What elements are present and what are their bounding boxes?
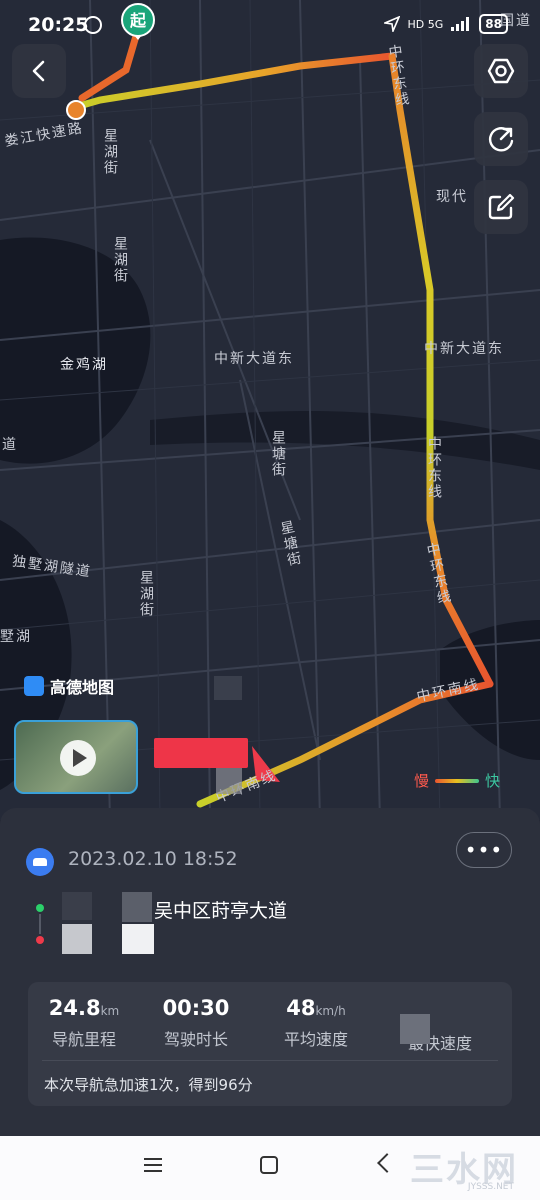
- settings-button[interactable]: [474, 44, 528, 98]
- speed-legend: 慢 快: [414, 770, 500, 791]
- label-xiandai: 现代: [436, 189, 468, 205]
- car-icon: [26, 848, 54, 876]
- label-zhonghuan-2: 中环东线: [426, 436, 442, 500]
- label-dao: 道: [2, 437, 18, 453]
- end-dot-icon: [36, 936, 44, 944]
- label-xinghu-1: 星湖街: [102, 128, 118, 176]
- stat-distance-unit: km: [100, 1004, 120, 1018]
- start-address-mosaic: [122, 892, 152, 922]
- share-button[interactable]: [474, 112, 528, 166]
- home-button[interactable]: [260, 1156, 278, 1174]
- amap-logo-icon: [24, 676, 44, 696]
- stat-distance: 24.8km 导航里程: [28, 996, 140, 1050]
- label-zhongxin-1: 中新大道东: [214, 351, 294, 367]
- end-address-mosaic: [62, 924, 92, 954]
- end-address: 吴中区莳亭大道: [154, 900, 288, 922]
- play-icon[interactable]: [60, 740, 96, 776]
- back-button[interactable]: [12, 44, 66, 98]
- stats-divider: [42, 1060, 498, 1061]
- battery-indicator: 88: [479, 14, 508, 34]
- legend-gradient: [435, 778, 480, 783]
- legend-slow: 慢: [414, 772, 430, 790]
- alarm-icon: [84, 16, 102, 34]
- stat-avg-speed: 48km/h 平均速度: [260, 996, 372, 1050]
- status-right: HD 5G 88: [383, 14, 508, 34]
- label-shuhu: 墅湖: [0, 629, 32, 645]
- label-xinghu-3: 星湖街: [138, 570, 154, 618]
- amap-brand: 高德地图: [24, 674, 114, 698]
- start-dot-icon: [36, 904, 44, 912]
- status-time: 20:25: [28, 14, 89, 36]
- status-bar: 20:25 HD 5G 88: [0, 0, 540, 52]
- stat-duration: 00:30 驾驶时长: [140, 996, 252, 1050]
- destination-banner: [154, 738, 248, 768]
- mosaic-block: [216, 768, 242, 794]
- edit-button[interactable]: [474, 180, 528, 234]
- label-jinjihu: 金鸡湖: [60, 357, 108, 373]
- trip-detail-screen: 起 娄江快速路 星湖街 星湖街 星湖街 金鸡湖 中新大道东 中新大道东 星塘街 …: [0, 0, 540, 1200]
- edit-icon: [488, 193, 515, 220]
- chevron-left-icon: [32, 60, 45, 82]
- stat-duration-value: 00:30: [162, 996, 230, 1020]
- recent-apps-button[interactable]: [144, 1158, 162, 1172]
- stat-duration-label: 驾驶时长: [163, 1030, 228, 1049]
- stat-avg-speed-unit: km/h: [315, 1004, 346, 1018]
- trip-card: 2023.02.10 18:52 ••• 吴中区莳亭大道 24.8km 导航里程…: [0, 808, 540, 1138]
- stat-distance-label: 导航里程: [51, 1030, 116, 1049]
- end-address-mosaic: [122, 924, 154, 954]
- brand-label: 高德地图: [50, 678, 115, 697]
- trip-score-note: 本次导航急加速1次，得到96分: [44, 1076, 253, 1094]
- system-nav-bar: 三水网 JYSSS.NET: [0, 1136, 540, 1200]
- mosaic-block: [214, 676, 242, 700]
- legend-fast: 快: [485, 772, 501, 790]
- more-button[interactable]: •••: [456, 832, 512, 868]
- stat-avg-speed-value: 48: [286, 996, 316, 1020]
- route-segment-top: [68, 52, 396, 112]
- trip-date: 2023.02.10 18:52: [68, 848, 238, 870]
- watermark-sub: JYSSS.NET: [467, 1182, 514, 1192]
- signal-icon: [451, 17, 470, 31]
- route-video-thumbnail[interactable]: [14, 720, 138, 794]
- river: [150, 411, 540, 470]
- trip-stats: 24.8km 导航里程 00:30 驾驶时长 48km/h 平均速度 最快速度 …: [28, 982, 512, 1106]
- route-waypoint: [66, 100, 86, 120]
- label-xingtang-1: 星塘街: [270, 430, 286, 478]
- route-connector: [39, 914, 41, 934]
- system-back-button[interactable]: [377, 1153, 397, 1173]
- share-icon: [488, 127, 514, 152]
- stat-distance-value: 24.8: [48, 996, 101, 1020]
- stat-mosaic: [400, 1014, 430, 1044]
- hexagon-settings-icon: [487, 58, 515, 84]
- stat-avg-speed-label: 平均速度: [283, 1030, 348, 1049]
- start-address-mosaic: [62, 892, 92, 920]
- label-xinghu-2: 星湖街: [112, 236, 128, 284]
- label-zhongxin-2: 中新大道东: [424, 341, 504, 357]
- location-arrow-icon: [383, 16, 400, 32]
- network-indicator: HD 5G: [407, 17, 444, 31]
- map-view[interactable]: 起 娄江快速路 星湖街 星湖街 星湖街 金鸡湖 中新大道东 中新大道东 星塘街 …: [0, 0, 540, 820]
